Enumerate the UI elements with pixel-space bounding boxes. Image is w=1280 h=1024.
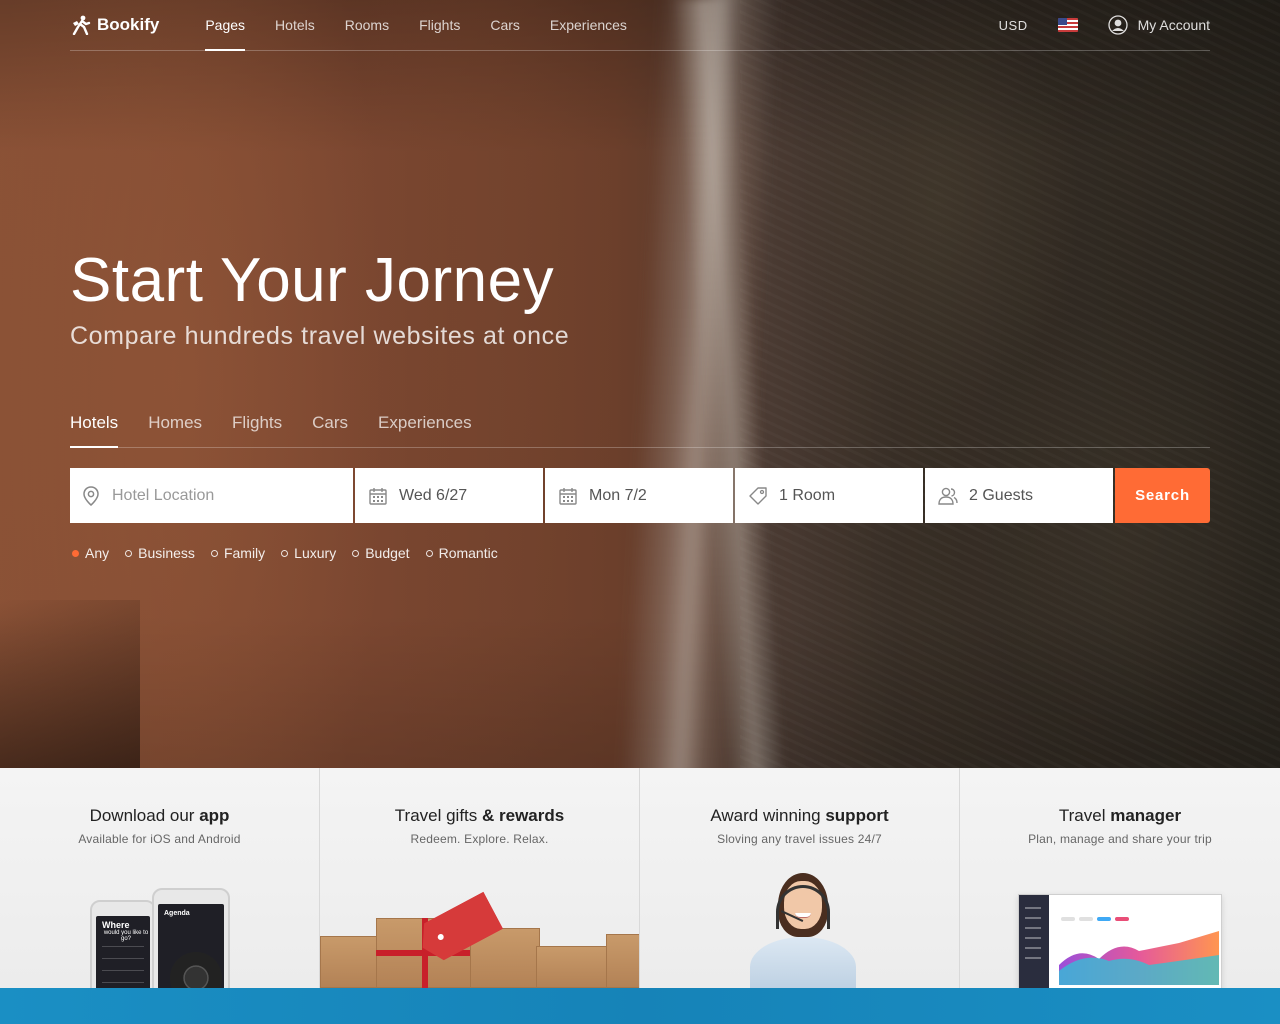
phones-illustration: Where would you like to go? Agenda bbox=[90, 888, 230, 988]
phone-mockup: Where would you like to go? bbox=[90, 900, 156, 988]
radio-icon bbox=[425, 549, 433, 557]
dial-graphic bbox=[170, 952, 222, 988]
dashboard-illustration bbox=[1018, 894, 1222, 988]
search-bar: Wed 6/27 Mon 7/2 1 Room 2 Guests Search bbox=[70, 468, 1210, 523]
guests-field[interactable]: 2 Guests bbox=[925, 468, 1113, 523]
nav-item-pages[interactable]: Pages bbox=[189, 0, 260, 51]
filter-label: Any bbox=[85, 545, 110, 561]
feature-subtitle: Plan, manage and share your trip bbox=[1028, 832, 1212, 846]
search-button[interactable]: Search bbox=[1115, 468, 1210, 523]
filter-business[interactable]: Business bbox=[125, 545, 195, 561]
feature-card-support[interactable]: Award winning support Sloving any travel… bbox=[640, 768, 960, 988]
map-pin-icon bbox=[80, 485, 102, 507]
top-navbar: Bookify Pages Hotels Rooms Flights Cars … bbox=[70, 0, 1210, 51]
currency-selector[interactable]: USD bbox=[999, 18, 1028, 33]
feature-card-manager[interactable]: Travel manager Plan, manage and share yo… bbox=[960, 768, 1280, 988]
tag-icon bbox=[747, 485, 769, 507]
users-icon bbox=[937, 485, 959, 507]
checkout-date-field[interactable]: Mon 7/2 bbox=[545, 468, 733, 523]
hero-surfer-shadow bbox=[0, 600, 140, 768]
my-account-link[interactable]: My Account bbox=[1107, 15, 1210, 35]
walking-traveler-icon bbox=[72, 15, 91, 35]
feature-title: Award winning support bbox=[640, 806, 959, 826]
filter-label: Luxury bbox=[294, 545, 337, 561]
tab-hotels[interactable]: Hotels bbox=[70, 398, 119, 448]
feature-cards: Download our app Available for iOS and A… bbox=[0, 768, 1280, 988]
hero-title: Start Your Jorney bbox=[70, 246, 555, 315]
calendar-icon bbox=[367, 485, 389, 507]
feature-title: Travel gifts & rewards bbox=[320, 806, 639, 826]
radio-icon bbox=[352, 549, 360, 557]
filter-any[interactable]: Any bbox=[72, 545, 109, 561]
filter-label: Business bbox=[138, 545, 195, 561]
app-screen-heading: Where bbox=[102, 920, 130, 930]
filter-label: Budget bbox=[365, 545, 410, 561]
feature-title-bold: support bbox=[825, 806, 889, 825]
phone-mockup: Agenda bbox=[152, 888, 230, 988]
feature-card-app[interactable]: Download our app Available for iOS and A… bbox=[0, 768, 320, 988]
feature-title-pre: Travel bbox=[1058, 806, 1111, 825]
nav-item-experiences[interactable]: Experiences bbox=[535, 0, 642, 50]
nav-right-group: USD My Account bbox=[999, 0, 1210, 50]
tab-cars[interactable]: Cars bbox=[312, 398, 348, 447]
radio-icon bbox=[281, 549, 289, 557]
hero-subtitle: Compare hundreds travel websites at once bbox=[70, 322, 570, 350]
filter-budget[interactable]: Budget bbox=[352, 545, 410, 561]
support-agent-illustration bbox=[740, 873, 860, 988]
feature-title-pre: Award winning bbox=[710, 806, 826, 825]
radio-icon bbox=[72, 549, 79, 557]
feature-title: Download our app bbox=[0, 806, 319, 826]
radio-icon bbox=[210, 549, 218, 557]
rooms-field[interactable]: 1 Room bbox=[735, 468, 923, 523]
tab-homes[interactable]: Homes bbox=[148, 398, 202, 447]
hero-water-texture bbox=[740, 0, 1280, 768]
search-tabs: Hotels Homes Flights Cars Experiences bbox=[70, 398, 1210, 448]
footer-strip bbox=[0, 988, 1280, 1024]
feature-subtitle: Redeem. Explore. Relax. bbox=[410, 832, 549, 846]
tab-experiences[interactable]: Experiences bbox=[378, 398, 472, 447]
brand-logo[interactable]: Bookify bbox=[70, 15, 159, 35]
my-account-label: My Account bbox=[1137, 17, 1210, 33]
filter-romantic[interactable]: Romantic bbox=[425, 545, 498, 561]
tab-flights[interactable]: Flights bbox=[232, 398, 282, 447]
filter-label: Family bbox=[223, 545, 266, 561]
hotel-type-filters: Any Business Family Luxury Budget Romant… bbox=[72, 545, 514, 561]
brand-name: Bookify bbox=[97, 15, 160, 34]
app-screen-agenda: Agenda bbox=[164, 910, 190, 917]
user-avatar-icon bbox=[1107, 15, 1128, 35]
feature-title-bold: app bbox=[199, 806, 230, 825]
nav-item-rooms[interactable]: Rooms bbox=[330, 0, 404, 50]
checkin-date-field[interactable]: Wed 6/27 bbox=[355, 468, 543, 523]
guests-value: 2 Guests bbox=[969, 486, 1034, 504]
feature-title-pre: Download our bbox=[89, 806, 200, 825]
checkout-date-value: Mon 7/2 bbox=[589, 486, 647, 504]
main-nav: Pages Hotels Rooms Flights Cars Experien… bbox=[189, 0, 642, 51]
calendar-icon bbox=[557, 485, 579, 507]
feature-subtitle: Available for iOS and Android bbox=[78, 832, 241, 846]
feature-title: Travel manager bbox=[960, 806, 1280, 826]
hero-section: Bookify Pages Hotels Rooms Flights Cars … bbox=[0, 0, 1280, 768]
nav-item-hotels[interactable]: Hotels bbox=[260, 0, 330, 50]
rooms-value: 1 Room bbox=[779, 486, 836, 504]
filter-label: Romantic bbox=[438, 545, 498, 561]
gift-boxes-illustration bbox=[320, 888, 639, 988]
area-chart-graphic bbox=[1059, 931, 1219, 985]
filter-family[interactable]: Family bbox=[210, 545, 266, 561]
filter-luxury[interactable]: Luxury bbox=[281, 545, 336, 561]
nav-item-cars[interactable]: Cars bbox=[475, 0, 535, 50]
radio-icon bbox=[125, 549, 133, 557]
us-flag-icon[interactable] bbox=[1057, 18, 1078, 32]
feature-title-bold: manager bbox=[1110, 806, 1182, 825]
app-screen-subheading: would you like to go? bbox=[103, 930, 149, 942]
location-field[interactable] bbox=[70, 468, 353, 523]
feature-card-gifts[interactable]: Travel gifts & rewards Redeem. Explore. … bbox=[320, 768, 640, 988]
feature-subtitle: Sloving any travel issues 24/7 bbox=[717, 832, 882, 846]
feature-title-bold: & rewards bbox=[482, 806, 565, 825]
nav-item-flights[interactable]: Flights bbox=[404, 0, 475, 50]
location-input[interactable] bbox=[112, 486, 342, 505]
checkin-date-value: Wed 6/27 bbox=[399, 486, 468, 504]
feature-title-pre: Travel gifts bbox=[394, 806, 483, 825]
